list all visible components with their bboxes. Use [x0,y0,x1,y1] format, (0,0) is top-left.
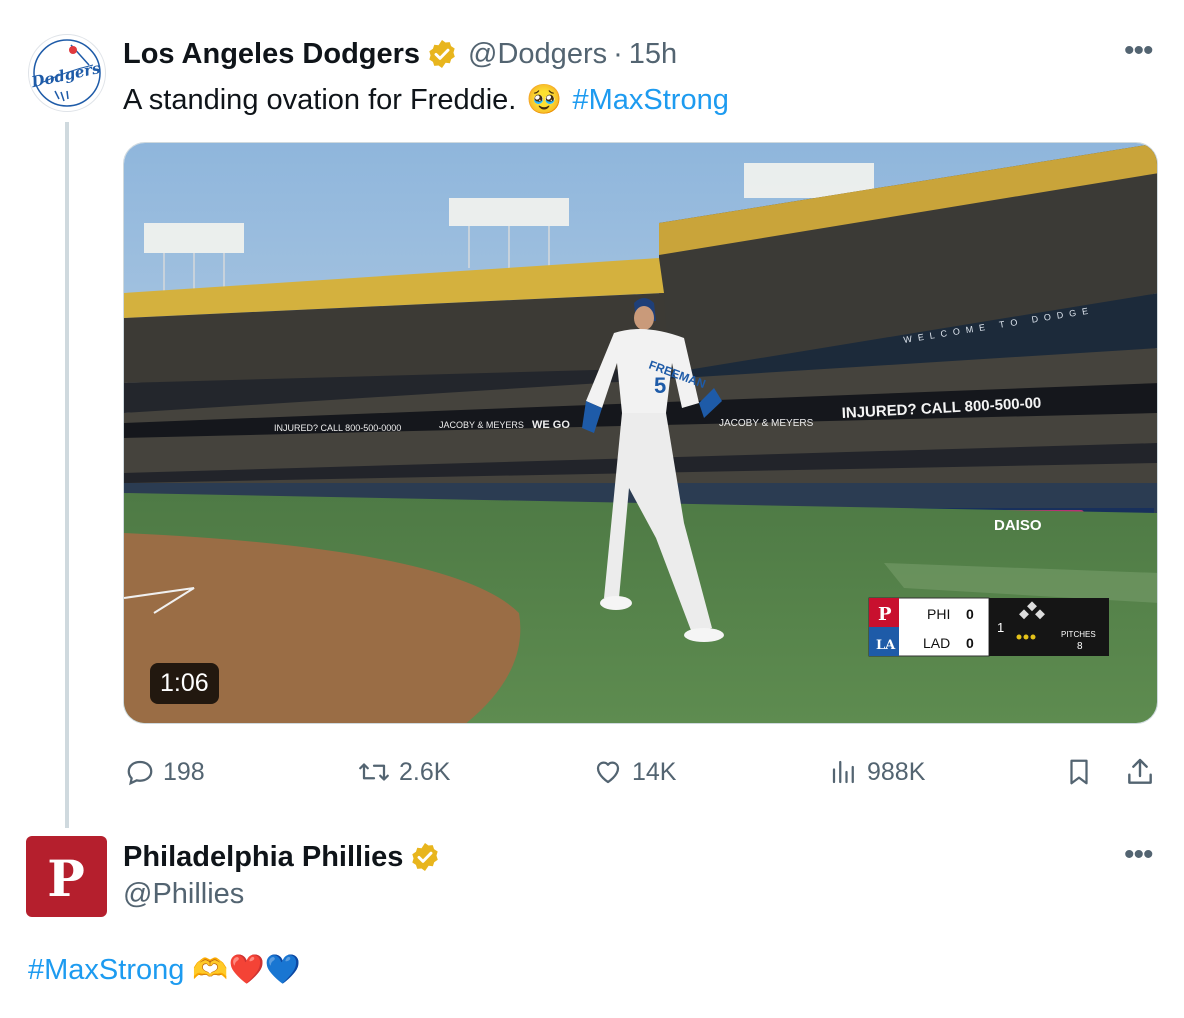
more-options-icon[interactable]: ••• [1124,34,1153,68]
svg-text:LA: LA [876,638,896,653]
score-team2: LAD [923,635,950,651]
video-duration: 1:06 [150,663,219,704]
tweet-body: A standing ovation for Freddie. [123,83,517,116]
more-options-icon[interactable]: ••• [1124,838,1153,872]
scorebug: P LA PHI 0 LAD 0 1 PITCHES 8 [868,597,1109,657]
separator: · [613,37,623,70]
verified-badge-icon [429,40,455,68]
score-team1: PHI [927,606,950,622]
tweet1-header: Los Angeles Dodgers @Dodgers · 15h [123,34,677,74]
tweet2-header: Philadelphia Phillies [123,838,441,876]
view-count: 988K [867,757,926,786]
repost-button[interactable]: 2.6K [357,752,450,792]
heart-icon [596,761,620,784]
bookmark-button[interactable] [1064,752,1094,792]
bookmark-icon [1070,759,1088,785]
dodgers-logo-icon: Dodgers [29,39,103,107]
score-value2: 0 [966,635,974,651]
pitches-label: PITCHES [1061,630,1096,639]
pleading-face-emoji: 🥹 [526,84,563,116]
thread-line [65,122,69,828]
phillies-logo-icon: P [47,849,85,908]
ad-jacoby-left: JACOBY & MEYERS [439,420,524,430]
repost-count: 2.6K [399,757,451,786]
reply-count: 198 [163,757,205,786]
tweet2-text: #MaxStrong 🫶❤️💙 [28,948,301,992]
analytics-icon [832,760,854,784]
author-name[interactable]: Los Angeles Dodgers [123,38,420,71]
score-inning: 1 [997,620,1004,635]
dodgers-avatar[interactable]: Dodgers [28,34,106,112]
svg-text:P: P [878,604,892,625]
views-button[interactable]: 988K [829,752,925,792]
tweet1-text: A standing ovation for Freddie. 🥹 #MaxSt… [123,80,729,120]
video-player[interactable]: INJURED? CALL 800-500-0000 JACOBY & MEYE… [123,142,1158,724]
like-button[interactable]: 14K [592,752,676,792]
ad-injured-left: INJURED? CALL 800-500-0000 [274,423,401,433]
verified-badge-icon [412,843,439,871]
share-button[interactable] [1124,752,1156,792]
ad-wego: WE GO [532,419,570,431]
score-value1: 0 [966,606,974,622]
jersey-number: 5 [654,373,666,398]
phillies-avatar[interactable]: P [26,836,107,917]
ad-daiso: DAISO [994,517,1042,534]
timestamp[interactable]: 15h [629,38,677,71]
hashtag-link[interactable]: #MaxStrong [28,954,184,987]
author-handle[interactable]: @Phillies [123,878,244,911]
author-name[interactable]: Philadelphia Phillies [123,841,403,874]
phillies-logo-letter: P [47,849,85,908]
video-frame: INJURED? CALL 800-500-0000 JACOBY & MEYE… [124,143,1157,723]
author-handle[interactable]: @Dodgers [468,38,607,71]
repost-icon [359,763,389,781]
share-icon [1128,758,1152,784]
ad-jacoby-right: JACOBY & MEYERS [719,418,814,429]
heart-emojis: 🫶❤️💙 [192,954,301,986]
like-count: 14K [632,757,677,786]
reply-icon [127,760,153,786]
hashtag-link[interactable]: #MaxStrong [572,84,728,117]
pitches-count: 8 [1077,641,1083,652]
reply-button[interactable]: 198 [125,752,205,792]
